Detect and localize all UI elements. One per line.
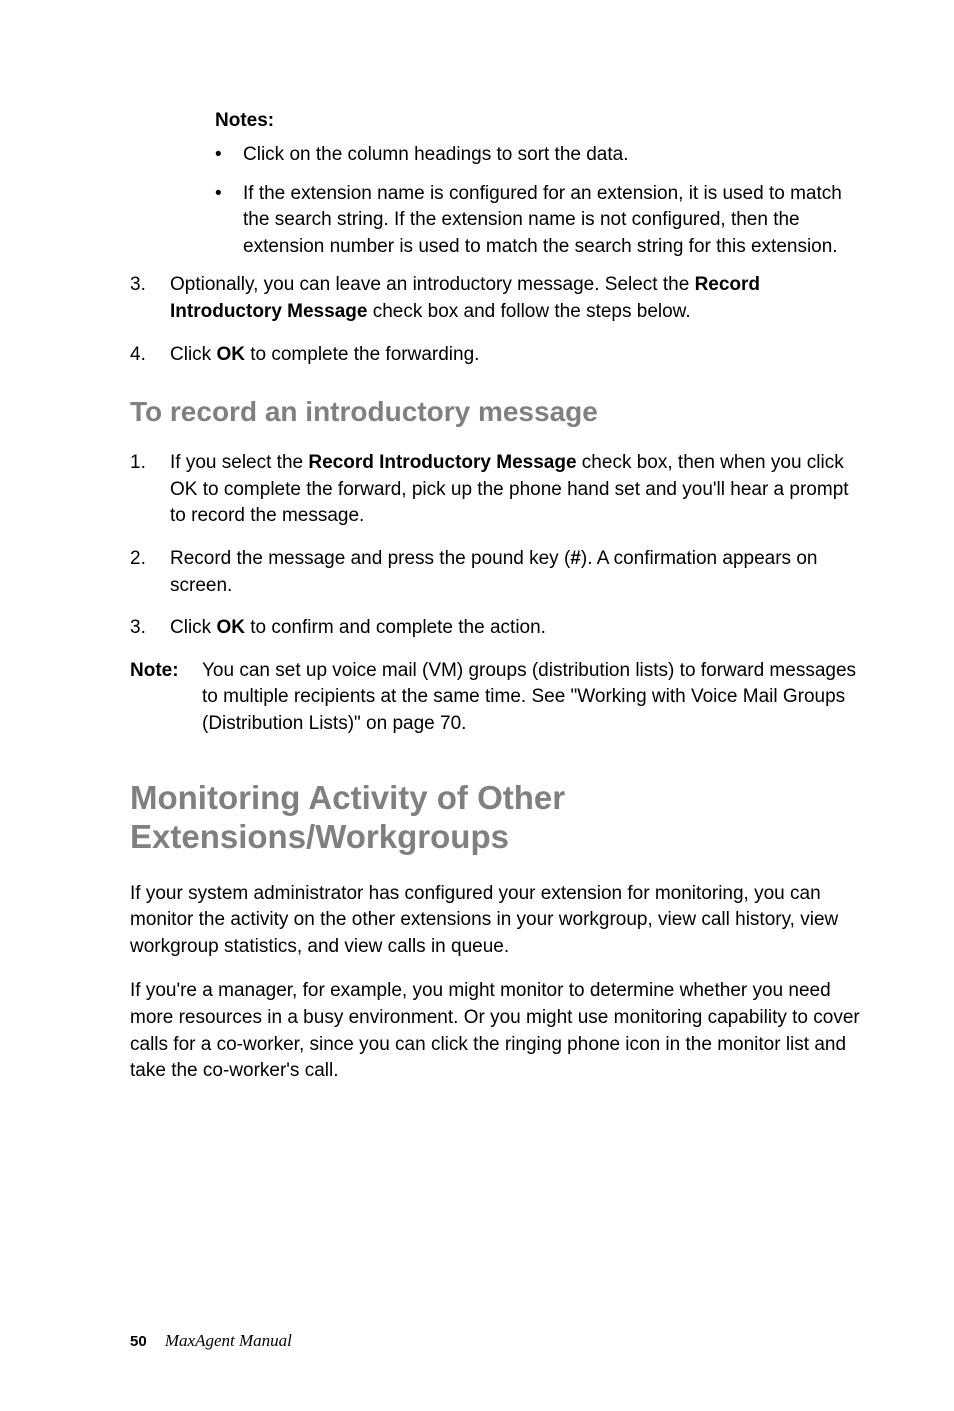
- step-3-text: Optionally, you can leave an introductor…: [170, 272, 864, 325]
- rec3-text: Click OK to confirm and complete the act…: [170, 615, 864, 642]
- rec3-suffix: to confirm and complete the action.: [245, 617, 546, 638]
- footer: 50 MaxAgent Manual: [130, 1331, 292, 1351]
- step-3: 3. Optionally, you can leave an introduc…: [130, 272, 864, 325]
- step-marker: 3.: [130, 272, 170, 325]
- step-marker: 4.: [130, 342, 170, 369]
- rec-step-2: 2. Record the message and press the poun…: [130, 546, 864, 599]
- bullet-dot: •: [215, 142, 243, 169]
- rec-step-1: 1. If you select the Record Introductory…: [130, 450, 864, 530]
- step4-suffix: to complete the forwarding.: [245, 344, 479, 365]
- rec-step-3: 3. Click OK to confirm and complete the …: [130, 615, 864, 642]
- rec2-bold: #: [570, 548, 581, 569]
- notes-text: Notes: [215, 110, 268, 131]
- heading-monitoring: Monitoring Activity of Other Extensions/…: [130, 778, 864, 857]
- step-marker: 3.: [130, 615, 170, 642]
- note-text: You can set up voice mail (VM) groups (d…: [202, 658, 864, 738]
- note-block: Note: You can set up voice mail (VM) gro…: [130, 658, 864, 738]
- step4-prefix: Click: [170, 344, 216, 365]
- rec2-prefix: Record the message and press the pound k…: [170, 548, 570, 569]
- notes-label: Notes:: [215, 110, 864, 132]
- bullet-item-1: • Click on the column headings to sort t…: [215, 142, 864, 169]
- bullet-dot: •: [215, 181, 243, 261]
- note-label: Note:: [130, 658, 202, 738]
- para-1: If your system administrator has configu…: [130, 881, 864, 961]
- step3-suffix: check box and follow the steps below.: [367, 301, 690, 322]
- rec1-bold: Record Introductory Message: [308, 452, 576, 473]
- rec3-bold: OK: [216, 617, 245, 638]
- footer-title: MaxAgent Manual: [165, 1331, 292, 1350]
- heading-record-intro: To record an introductory message: [130, 396, 864, 428]
- rec3-prefix: Click: [170, 617, 216, 638]
- rec2-text: Record the message and press the pound k…: [170, 546, 864, 599]
- page-content: Notes: • Click on the column headings to…: [0, 0, 954, 1143]
- step3-prefix: Optionally, you can leave an introductor…: [170, 274, 695, 295]
- notes-colon: :: [268, 110, 274, 131]
- footer-page-number: 50: [130, 1333, 147, 1350]
- step-4: 4. Click OK to complete the forwarding.: [130, 342, 864, 369]
- rec1-prefix: If you select the: [170, 452, 308, 473]
- step-marker: 2.: [130, 546, 170, 599]
- bullet-text-1: Click on the column headings to sort the…: [243, 142, 864, 169]
- rec1-text: If you select the Record Introductory Me…: [170, 450, 864, 530]
- bullet-text-2: If the extension name is configured for …: [243, 181, 864, 261]
- bullet-item-2: • If the extension name is configured fo…: [215, 181, 864, 261]
- para-2: If you're a manager, for example, you mi…: [130, 978, 864, 1084]
- step-marker: 1.: [130, 450, 170, 530]
- step-4-text: Click OK to complete the forwarding.: [170, 342, 864, 369]
- step4-bold: OK: [216, 344, 245, 365]
